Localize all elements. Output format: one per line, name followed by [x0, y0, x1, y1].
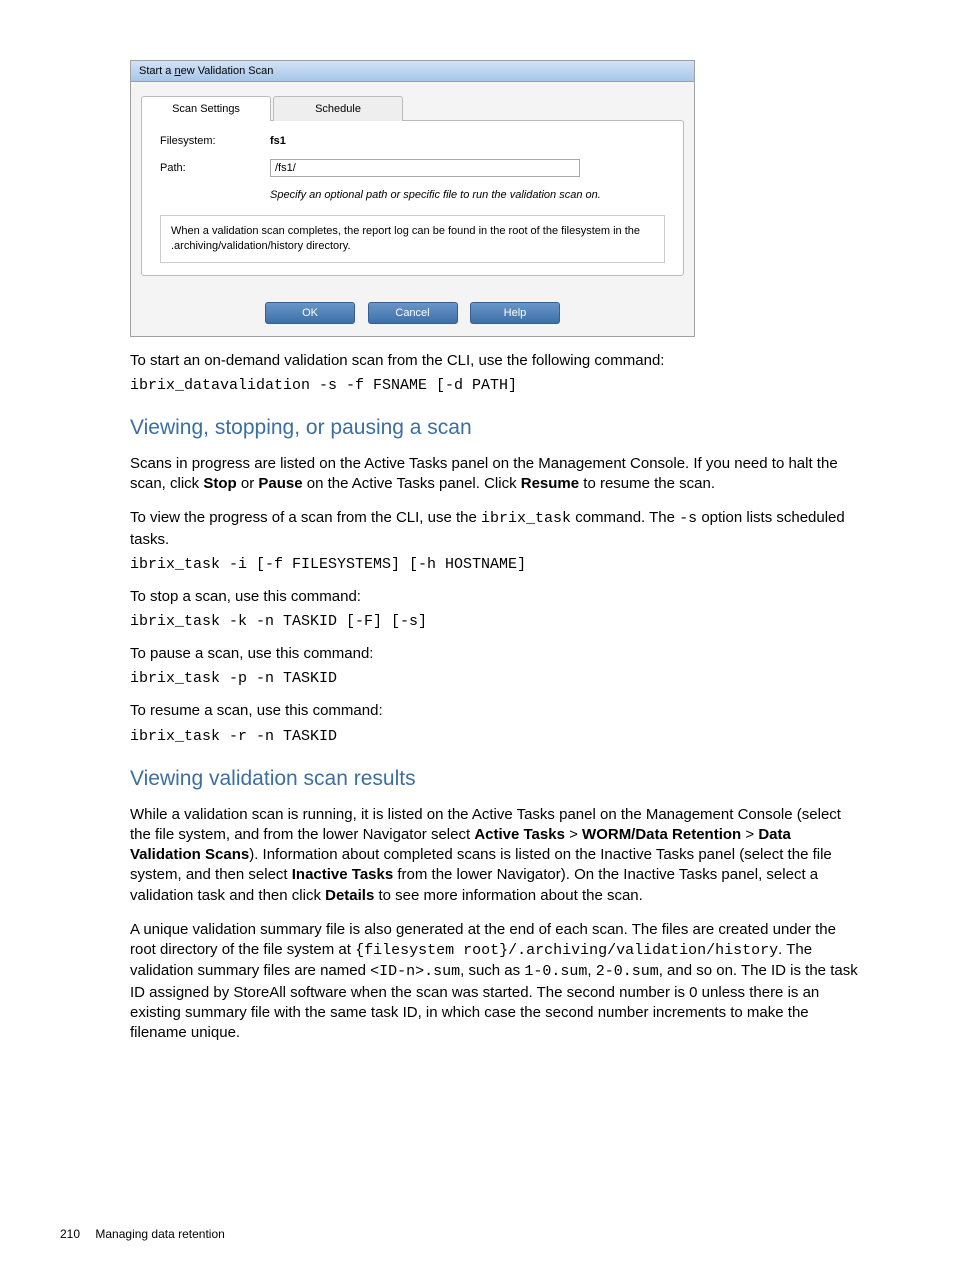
tab-schedule[interactable]: Schedule	[273, 96, 403, 121]
validation-scan-dialog: Start a new Validation Scan Scan Setting…	[130, 60, 695, 337]
para-summary-file: A unique validation summary file is also…	[130, 920, 864, 1044]
heading-viewing-scan: Viewing, stopping, or pausing a scan	[130, 416, 864, 440]
page-number: 210	[60, 1227, 80, 1241]
para-cli-start: To start an on-demand validation scan fr…	[130, 351, 864, 371]
heading-viewing-results: Viewing validation scan results	[130, 767, 864, 791]
filesystem-label: Filesystem:	[160, 135, 270, 147]
code-datavalidation: ibrix_datavalidation -s -f FSNAME [-d PA…	[130, 377, 864, 394]
dialog-titlebar: Start a new Validation Scan	[131, 61, 694, 82]
cancel-button[interactable]: Cancel	[368, 302, 458, 324]
code-task-p: ibrix_task -p -n TASKID	[130, 670, 864, 687]
dialog-tabs: Scan Settings Schedule	[131, 82, 694, 121]
code-task-i: ibrix_task -i [-f FILESYSTEMS] [-h HOSTN…	[130, 556, 864, 573]
code-task-k: ibrix_task -k -n TASKID [-F] [-s]	[130, 613, 864, 630]
dialog-title-prefix: Start a	[139, 65, 174, 77]
dialog-title-suffix: ew Validation Scan	[181, 65, 274, 77]
ok-button[interactable]: OK	[265, 302, 355, 324]
para-results-nav: While a validation scan is running, it i…	[130, 805, 864, 906]
doc-content: To start an on-demand validation scan fr…	[130, 351, 864, 1044]
para-stop: To stop a scan, use this command:	[130, 587, 864, 607]
tab-scan-settings[interactable]: Scan Settings	[141, 96, 271, 121]
para-pause: To pause a scan, use this command:	[130, 644, 864, 664]
page-footer: 210 Managing data retention	[60, 1227, 225, 1241]
dialog-panel: Filesystem: fs1 Path: Specify an optiona…	[141, 120, 684, 276]
code-task-r: ibrix_task -r -n TASKID	[130, 728, 864, 745]
help-button[interactable]: Help	[470, 302, 560, 324]
info-box: When a validation scan completes, the re…	[160, 215, 665, 263]
chapter-title: Managing data retention	[95, 1227, 224, 1241]
dialog-button-row: OK Cancel Help	[131, 292, 694, 336]
para-stop-pause: Scans in progress are listed on the Acti…	[130, 454, 864, 495]
path-help-text: Specify an optional path or specific fil…	[270, 189, 665, 201]
path-input[interactable]	[270, 159, 580, 177]
path-label: Path:	[160, 162, 270, 174]
filesystem-value: fs1	[270, 135, 286, 147]
para-resume: To resume a scan, use this command:	[130, 701, 864, 721]
para-cli-progress: To view the progress of a scan from the …	[130, 508, 864, 550]
